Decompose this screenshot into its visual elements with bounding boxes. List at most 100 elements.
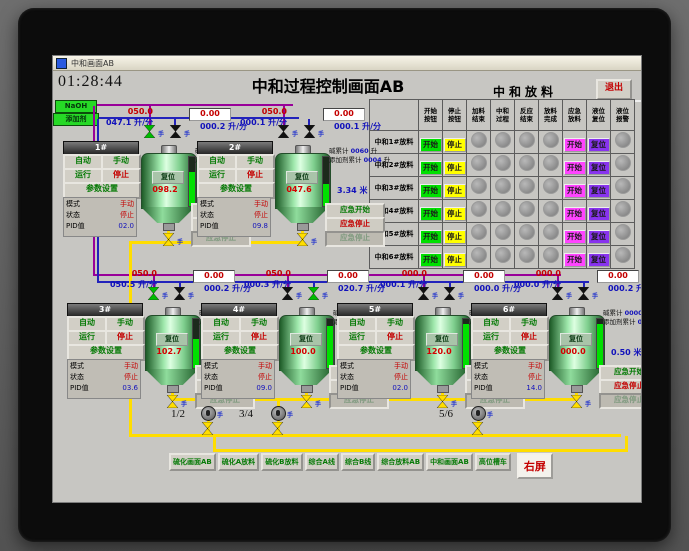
table-cell (610, 245, 635, 269)
emergency-cell-button[interactable]: 开始 (563, 207, 586, 221)
table-cell (490, 176, 515, 200)
additive-flow-setpoint-box[interactable]: 0.00 (597, 270, 639, 283)
discharge-valve-icon[interactable] (570, 393, 583, 409)
tank-value: 102.7 (156, 347, 182, 356)
tank-value: 000.0 (560, 347, 586, 356)
hmi-screen: 中和画面AB 01:28:44 中和过程控制画面AB 中和放料 退出 NaOH … (52, 55, 642, 503)
nav-button[interactable]: 综合B线 (340, 453, 376, 471)
unit-status-box: 模式 手动 状态 停止 PID值 03.6 (67, 359, 141, 399)
valve-tag: 手 (585, 401, 592, 408)
nav-button[interactable]: 硫化B放料 (261, 453, 303, 471)
exit-button[interactable]: 退出 (596, 79, 632, 100)
tank-reset-button[interactable]: 复位 (156, 333, 188, 346)
status-lamp (542, 178, 559, 194)
tank-reset-button[interactable]: 复位 (286, 171, 318, 184)
reset-cell-button[interactable]: 复位 (587, 207, 610, 221)
tank-value: 098.2 (152, 185, 178, 194)
discharge-valve-icon[interactable] (300, 393, 313, 409)
alkali-valve-icon[interactable] (277, 123, 290, 139)
reactor-tank: 复位 000.0 (549, 307, 605, 399)
pump-valve-icon[interactable] (471, 420, 484, 436)
reset-cell-button[interactable]: 复位 (587, 253, 610, 267)
emergency-stop-disabled-button: 应急停止 (599, 393, 641, 409)
tank-cone (279, 369, 333, 385)
discharge-pump-icon[interactable] (271, 406, 286, 421)
alkali-valve-icon[interactable] (147, 285, 160, 301)
nav-green-group: 硫化画面AB 硫化A放料 硫化B放料 综合A线 综合B线 综合放料AB 中和画面AB 高位槽车 (169, 453, 511, 471)
reset-cell-button[interactable]: 复位 (587, 184, 610, 198)
start-cell-button[interactable]: 开始 (419, 138, 442, 152)
table-row: 中和1#放料 开始 停止 开始 复位 (369, 130, 635, 154)
start-cell-button[interactable]: 开始 (419, 184, 442, 198)
discharge-pump-icon[interactable] (201, 406, 216, 421)
reactor-unit-6: 000.0 000.0 升/分 手 手 0.00 000.2 升/分 6# 自动… (471, 269, 641, 419)
nav-button[interactable]: 综合A线 (304, 453, 339, 471)
nav-button[interactable]: 硫化A放料 (217, 453, 260, 471)
start-cell-button[interactable]: 开始 (419, 161, 442, 175)
right-screen-button[interactable]: 右屏 (516, 453, 553, 479)
start-cell-button[interactable]: 开始 (419, 207, 442, 221)
emergency-cell-button[interactable]: 开始 (563, 161, 586, 175)
pump-valve-icon[interactable] (201, 420, 214, 436)
table-cell (610, 176, 635, 200)
state-value: 停止 (528, 373, 542, 381)
additive-flow-setpoint-box[interactable]: 0.00 (323, 108, 365, 121)
reset-cell-button[interactable]: 复位 (587, 138, 610, 152)
stop-cell-button[interactable]: 停止 (443, 161, 466, 175)
discharge-valve-icon[interactable] (162, 231, 175, 247)
tank-value: 120.0 (426, 347, 452, 356)
alkali-valve-icon[interactable] (281, 285, 294, 301)
emergency-cell-button[interactable]: 开始 (563, 253, 586, 267)
mode-value: 手动 (120, 200, 134, 208)
table-column-header: 中和 过程 (490, 99, 515, 131)
table-cell (538, 153, 563, 177)
stop-cell-button[interactable]: 停止 (443, 184, 466, 198)
pump-group-label: 3/4 (239, 408, 254, 420)
nav-button[interactable]: 硫化画面AB (169, 453, 216, 471)
pipe-segment (625, 436, 628, 451)
start-cell-button[interactable]: 开始 (419, 253, 442, 267)
unit-status-box: 模式 手动 状态 停止 PID值 02.0 (63, 197, 137, 237)
tank-reset-button[interactable]: 复位 (290, 333, 322, 346)
table-cell: 开始 (562, 222, 587, 246)
discharge-valve-icon[interactable] (436, 393, 449, 409)
tank-outlet (301, 385, 313, 393)
window-icon (56, 57, 67, 69)
nav-button[interactable]: 高位槽车 (474, 453, 511, 471)
table-column-header: 反应 结束 (514, 99, 539, 131)
stop-cell-button[interactable]: 停止 (443, 207, 466, 221)
table-cell: 停止 (442, 222, 467, 246)
start-cell-button[interactable]: 开始 (419, 230, 442, 244)
table-cell (514, 153, 539, 177)
table-cell (490, 222, 515, 246)
tank-reset-button[interactable]: 复位 (426, 333, 458, 346)
nav-button[interactable]: 中和画面AB (426, 453, 473, 471)
alkali-valve-icon[interactable] (143, 123, 156, 139)
reset-cell-button[interactable]: 复位 (587, 230, 610, 244)
emergency-cell-button[interactable]: 开始 (563, 230, 586, 244)
nav-button[interactable]: 综合放料AB (377, 453, 425, 471)
pump-group-label: 1/2 (171, 408, 186, 420)
table-cell (538, 245, 563, 269)
table-row: 中和3#放料 开始 停止 开始 复位 (369, 176, 635, 200)
emergency-cell-button[interactable]: 开始 (563, 184, 586, 198)
table-cell: 复位 (586, 130, 611, 154)
discharge-valve-icon[interactable] (296, 231, 309, 247)
discharge-pump-icon[interactable] (471, 406, 486, 421)
stop-cell-button[interactable]: 停止 (443, 230, 466, 244)
status-lamp (614, 201, 631, 217)
status-lamp (542, 201, 559, 217)
tank-reset-button[interactable]: 复位 (560, 333, 592, 346)
discharge-valve-icon[interactable] (166, 393, 179, 409)
stop-cell-button[interactable]: 停止 (443, 253, 466, 267)
reset-cell-button[interactable]: 复位 (587, 161, 610, 175)
pump-valve-icon[interactable] (271, 420, 284, 436)
emergency-cell-button[interactable]: 开始 (563, 138, 586, 152)
table-cell (514, 130, 539, 154)
tank-value: 100.0 (290, 347, 316, 356)
alkali-valve-icon[interactable] (417, 285, 430, 301)
alkali-valve-icon[interactable] (551, 285, 564, 301)
stop-cell-button[interactable]: 停止 (443, 138, 466, 152)
tank-reset-button[interactable]: 复位 (152, 171, 184, 184)
pipe-segment (97, 104, 293, 106)
